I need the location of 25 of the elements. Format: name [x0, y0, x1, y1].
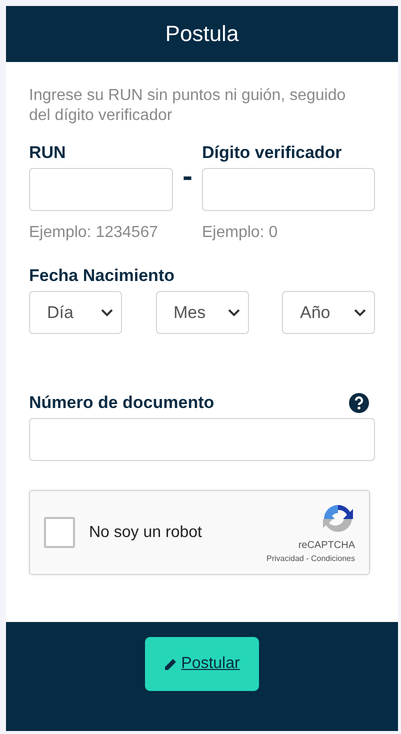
pencil-icon — [164, 658, 178, 670]
checkbox[interactable] — [44, 517, 75, 548]
input-field[interactable] — [29, 168, 173, 211]
field-label: Fecha Nacimiento — [29, 265, 176, 287]
example-text: Ejemplo: 1234567 — [29, 223, 159, 243]
privacy-links[interactable]: Privacidad - Condiciones — [266, 554, 355, 563]
example-text: Ejemplo: 0 — [202, 223, 279, 243]
input-field[interactable] — [202, 168, 375, 211]
page-title: Postula — [165, 21, 239, 47]
chevron-down-icon — [101, 308, 113, 316]
submit-button[interactable]: Postular — [145, 637, 259, 691]
field-label: Dígito verificador — [202, 142, 343, 164]
input-field[interactable] — [29, 418, 375, 461]
field-label: Número de documento — [29, 392, 214, 414]
help-icon[interactable] — [349, 393, 369, 413]
dash-text: - — [182, 160, 194, 194]
brand-text: reCAPTCHA — [298, 540, 355, 551]
select-dropdown[interactable]: Día — [29, 291, 122, 334]
chevron-down-icon — [354, 308, 366, 316]
select-dropdown[interactable]: Mes — [156, 291, 248, 334]
chevron-down-icon — [228, 308, 240, 316]
instructions-text: Ingrese su RUN sin puntos ni guión, seguido del dígito verificador — [29, 86, 347, 126]
select-dropdown[interactable]: Año — [282, 291, 375, 334]
field-label: RUN — [29, 142, 67, 164]
checkbox-label: No soy un robot — [89, 524, 202, 542]
